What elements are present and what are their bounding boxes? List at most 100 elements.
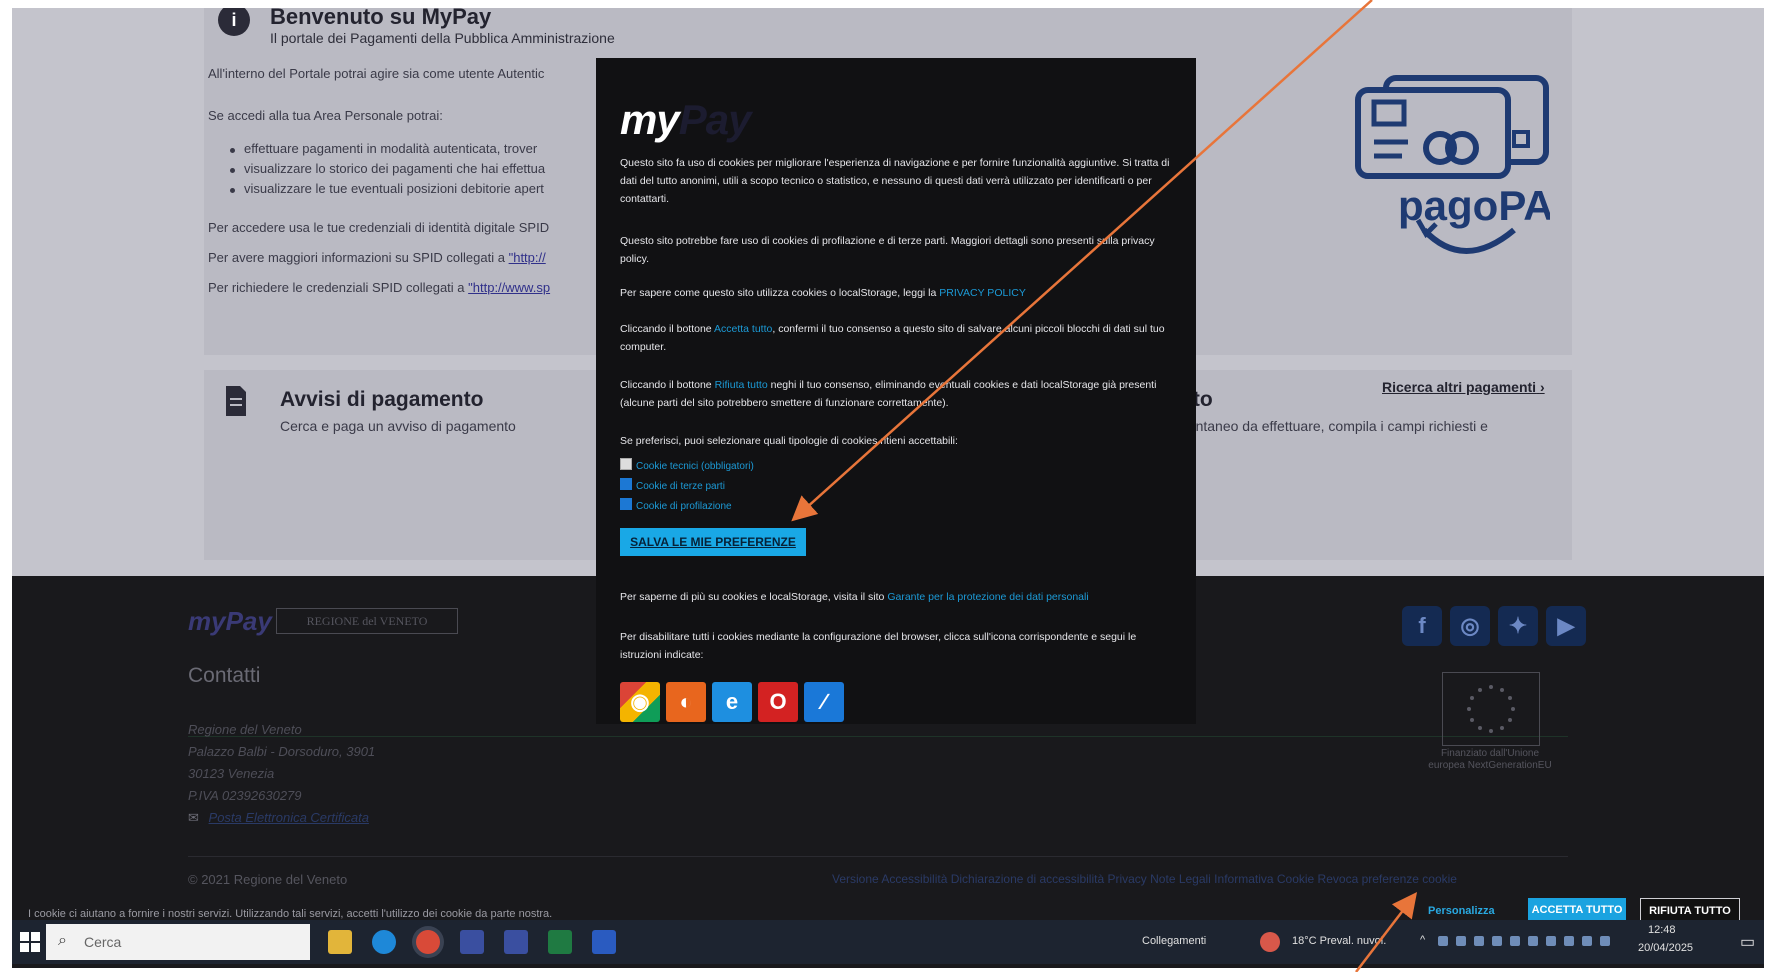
privacy-policy-link[interactable]: PRIVACY POLICY bbox=[939, 287, 1026, 299]
welcome-subtitle: Il portale dei Pagamenti della Pubblica … bbox=[270, 30, 615, 46]
clock-time[interactable]: 12:48 bbox=[1648, 924, 1676, 936]
internet-explorer-icon[interactable]: e bbox=[712, 682, 752, 722]
spid-request-link[interactable]: "http://www.sp bbox=[468, 280, 550, 295]
checkbox-box[interactable] bbox=[620, 498, 632, 510]
personalizza-button[interactable]: Personalizza bbox=[1420, 900, 1503, 922]
pec-link[interactable]: Posta Elettronica Certificata bbox=[209, 810, 369, 825]
footer-divider bbox=[188, 856, 1568, 857]
windows-start-icon[interactable] bbox=[20, 932, 40, 952]
chrome-taskbar-icon[interactable] bbox=[416, 930, 440, 954]
pagamento-spontaneo-subtitle: pontaneo da effettuare, compila i campi … bbox=[1180, 418, 1488, 434]
address-line: P.IVA 02392630279 bbox=[188, 788, 302, 803]
ricerca-altri-pagamenti-link[interactable]: Ricerca altri pagamenti › bbox=[1382, 379, 1545, 395]
file-explorer-icon[interactable] bbox=[328, 930, 352, 954]
cookie-preferences-modal: myPay Questo sito fa uso di cookies per … bbox=[596, 58, 1196, 724]
edge-icon[interactable]: ∕ bbox=[804, 682, 844, 722]
collegamenti-toolbar[interactable]: Collegamenti bbox=[1142, 935, 1206, 947]
modal-paragraph: Per saperne di più su cookies e localSto… bbox=[620, 591, 1089, 603]
taskbar-search-input[interactable]: ⌕ Cerca bbox=[46, 924, 310, 960]
intro-text: All'interno del Portale potrai agire sia… bbox=[208, 66, 545, 81]
checkbox-cookie-profilazione[interactable]: Cookie di profilazione bbox=[620, 498, 732, 512]
tray-icon[interactable] bbox=[1438, 936, 1448, 946]
modal-paragraph: Questo sito fa uso di cookies per miglio… bbox=[620, 157, 1170, 205]
spid-info-text: Per avere maggiori informazioni su SPID … bbox=[208, 250, 546, 265]
clock-date[interactable]: 20/04/2025 bbox=[1638, 942, 1693, 954]
accetta-tutto-button[interactable]: ACCETTA TUTTO bbox=[1528, 898, 1626, 922]
footer-links[interactable]: Versione Accessibilità Dichiarazione di … bbox=[832, 872, 1457, 886]
notification-icon[interactable]: ▭ bbox=[1740, 932, 1755, 952]
network-icon[interactable] bbox=[1582, 936, 1592, 946]
excel-taskbar-icon[interactable] bbox=[548, 930, 572, 954]
contatti-heading: Contatti bbox=[188, 664, 261, 687]
bullet-dot bbox=[230, 148, 235, 153]
mail-icon: ✉ bbox=[188, 810, 199, 825]
windows-taskbar: ⌕ Cerca Collegamenti 18°C Preval. nuvol.… bbox=[12, 920, 1764, 964]
copyright-text: © 2021 Regione del Veneto bbox=[188, 872, 348, 887]
spid-text: Per accedere usa le tue credenziali di i… bbox=[208, 220, 550, 235]
bullet-dot bbox=[230, 188, 235, 193]
tray-icon[interactable] bbox=[1456, 936, 1466, 946]
search-icon: ⌕ bbox=[58, 932, 67, 949]
mypay-footer-logo[interactable]: myPay bbox=[188, 606, 272, 637]
twitter-icon[interactable]: ✦ bbox=[1498, 606, 1538, 646]
app-taskbar-icon[interactable] bbox=[504, 930, 528, 954]
save-preferences-button[interactable]: SALVA LE MIE PREFERENZE bbox=[620, 528, 806, 556]
welcome-title: Benvenuto su MyPay bbox=[270, 8, 492, 29]
modal-paragraph: Per disabilitare tutti i cookies mediant… bbox=[620, 631, 1137, 661]
bullet-item: effettuare pagamenti in modalità autenti… bbox=[244, 141, 538, 156]
tray-icon[interactable] bbox=[1564, 936, 1574, 946]
garante-privacy-link[interactable]: Garante per la protezione dei dati perso… bbox=[887, 591, 1088, 603]
regione-veneto-logo[interactable]: REGIONE del VENETO bbox=[276, 608, 458, 634]
eu-funding-text: Finanziato dall'Unione europea NextGener… bbox=[1428, 748, 1552, 771]
word-taskbar-icon[interactable] bbox=[592, 930, 616, 954]
spid-request-text: Per richiedere le credenziali SPID colle… bbox=[208, 280, 551, 295]
chevron-right-icon: › bbox=[1539, 379, 1545, 395]
weather-icon bbox=[1260, 932, 1280, 952]
checkbox-cookie-tecnici[interactable]: Cookie tecnici (obbligatori) bbox=[620, 458, 754, 472]
modal-paragraph: Cliccando il bottone Accetta tutto, conf… bbox=[620, 323, 1165, 353]
bullet-dot bbox=[230, 168, 235, 173]
edge-taskbar-icon[interactable] bbox=[372, 930, 396, 954]
avvisi-subtitle: Cerca e paga un avviso di pagamento bbox=[280, 418, 516, 434]
facebook-icon[interactable]: f bbox=[1402, 606, 1442, 646]
eu-flag-icon bbox=[1442, 672, 1540, 746]
checkbox-cookie-terze-parti[interactable]: Cookie di terze parti bbox=[620, 478, 725, 492]
pec-row: ✉ Posta Elettronica Certificata bbox=[188, 810, 369, 826]
accetta-tutto-link[interactable]: Accetta tutto bbox=[714, 323, 772, 335]
footer-divider bbox=[188, 736, 1568, 737]
weather-text[interactable]: 18°C Preval. nuvol. bbox=[1292, 935, 1386, 947]
address-line: 30123 Venezia bbox=[188, 766, 275, 781]
modal-paragraph: Per sapere come questo sito utilizza coo… bbox=[620, 287, 1026, 299]
document-icon bbox=[226, 386, 246, 416]
modal-paragraph: Cliccando il bottone Rifiuta tutto neghi… bbox=[620, 379, 1157, 409]
bullet-item: visualizzare lo storico dei pagamenti ch… bbox=[244, 161, 546, 176]
volume-icon[interactable] bbox=[1600, 936, 1610, 946]
tray-icon[interactable] bbox=[1492, 936, 1502, 946]
area-personale-text: Se accedi alla tua Area Personale potrai… bbox=[208, 108, 443, 123]
rifiuta-tutto-link[interactable]: Rifiuta tutto bbox=[715, 379, 768, 391]
tray-icon[interactable] bbox=[1474, 936, 1484, 946]
browser-viewport: i Benvenuto su MyPay Il portale dei Paga… bbox=[12, 8, 1764, 968]
tray-icon[interactable] bbox=[1510, 936, 1520, 946]
mypay-modal-logo: myPay bbox=[620, 96, 751, 143]
modal-paragraph: Se preferisci, puoi selezionare quali ti… bbox=[620, 435, 958, 447]
bullet-item: visualizzare le tue eventuali posizioni … bbox=[244, 181, 544, 196]
address-line: Palazzo Balbi - Dorsoduro, 3901 bbox=[188, 744, 376, 759]
cookie-banner-text: I cookie ci aiutano a fornire i nostri s… bbox=[28, 908, 553, 920]
app-taskbar-icon[interactable] bbox=[460, 930, 484, 954]
chevron-up-icon[interactable]: ^ bbox=[1420, 934, 1425, 946]
tray-icon[interactable] bbox=[1528, 936, 1538, 946]
tray-icon[interactable] bbox=[1546, 936, 1556, 946]
spid-info-link[interactable]: "http:// bbox=[509, 250, 546, 265]
modal-paragraph: Questo sito potrebbe fare uso di cookies… bbox=[620, 235, 1155, 265]
avvisi-title[interactable]: Avvisi di pagamento bbox=[280, 388, 483, 412]
instagram-icon[interactable]: ◎ bbox=[1450, 606, 1490, 646]
checkbox-box[interactable] bbox=[620, 478, 632, 490]
checkbox-box[interactable] bbox=[620, 458, 632, 470]
address-line: Regione del Veneto bbox=[188, 722, 302, 737]
youtube-icon[interactable]: ▶ bbox=[1546, 606, 1586, 646]
firefox-icon[interactable]: ◐ bbox=[666, 682, 706, 722]
pagopa-logo: pagoPA bbox=[1355, 75, 1550, 254]
chrome-icon[interactable]: ◉ bbox=[620, 682, 660, 722]
opera-icon[interactable]: O bbox=[758, 682, 798, 722]
